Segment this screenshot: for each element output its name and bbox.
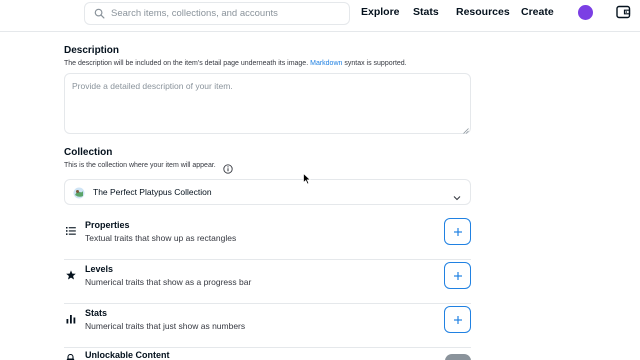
lock-icon	[66, 351, 75, 360]
collection-title: Collection	[64, 147, 113, 158]
trait-name: Stats	[85, 308, 108, 318]
markdown-link[interactable]: Markdown	[310, 60, 342, 67]
nav-create[interactable]: Create	[521, 6, 554, 18]
trait-row-stats: Stats Numerical traits that just show as…	[64, 304, 471, 348]
collection-selected-label: The Perfect Platypus Collection	[93, 187, 212, 197]
description-title: Description	[64, 45, 120, 56]
trait-description: Numerical traits that show as a progress…	[85, 277, 252, 287]
unlockable-content-title: Unlockable Content	[85, 350, 170, 360]
nav-stats[interactable]: Stats	[413, 6, 439, 18]
wallet-icon[interactable]	[616, 5, 631, 19]
plus-icon	[453, 227, 462, 236]
trait-description: Textual traits that show up as rectangle…	[85, 233, 237, 243]
description-placeholder: Provide a detailed description of your i…	[72, 81, 233, 91]
trait-name: Levels	[85, 264, 114, 274]
description-textarea[interactable]: Provide a detailed description of your i…	[64, 73, 471, 134]
add-levels-button[interactable]	[444, 262, 471, 289]
info-icon[interactable]	[223, 161, 233, 174]
collection-subtitle: This is the collection where your item w…	[64, 162, 216, 169]
description-subtitle-text: The description will be included on the …	[64, 60, 309, 67]
search-bar[interactable]	[84, 2, 350, 25]
trait-name: Properties	[85, 220, 130, 230]
search-input[interactable]	[111, 8, 341, 19]
plus-icon	[453, 271, 462, 280]
resize-handle-icon[interactable]	[463, 126, 469, 134]
description-subtitle-suffix: syntax is supported.	[344, 60, 407, 67]
nav-resources[interactable]: Resources	[456, 6, 510, 18]
unlockable-toggle[interactable]	[445, 354, 471, 360]
plus-icon	[453, 315, 462, 324]
search-icon	[93, 8, 105, 20]
trait-row-properties: Properties Textual traits that show up a…	[64, 216, 471, 260]
description-subtitle: The description will be included on the …	[64, 60, 407, 67]
mouse-cursor-icon	[303, 172, 312, 185]
collection-logo-icon	[73, 186, 85, 199]
top-nav-bar: Explore Stats Resources Create	[0, 0, 640, 32]
star-icon	[66, 267, 76, 280]
unlockable-content-row: Unlockable Content	[64, 348, 471, 360]
bar-chart-icon	[66, 311, 76, 324]
trait-row-levels: Levels Numerical traits that show as a p…	[64, 260, 471, 304]
avatar[interactable]	[578, 5, 593, 20]
add-stats-button[interactable]	[444, 306, 471, 333]
collection-select[interactable]: The Perfect Platypus Collection	[64, 179, 471, 205]
list-icon	[66, 223, 76, 235]
trait-description: Numerical traits that just show as numbe…	[85, 321, 246, 331]
add-properties-button[interactable]	[444, 218, 471, 245]
chevron-down-icon	[453, 189, 461, 201]
nav-explore[interactable]: Explore	[361, 6, 400, 18]
